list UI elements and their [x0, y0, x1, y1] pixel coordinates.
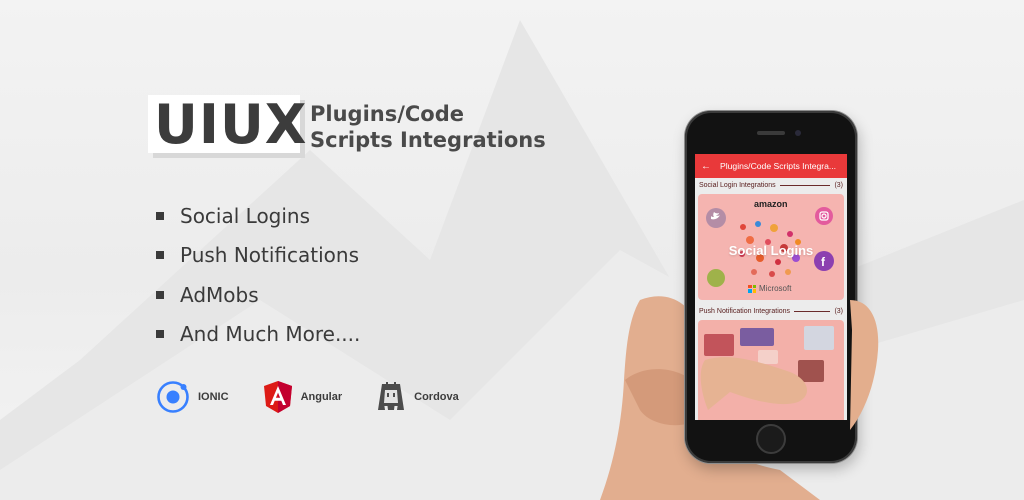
thumb-overlay — [700, 300, 879, 430]
